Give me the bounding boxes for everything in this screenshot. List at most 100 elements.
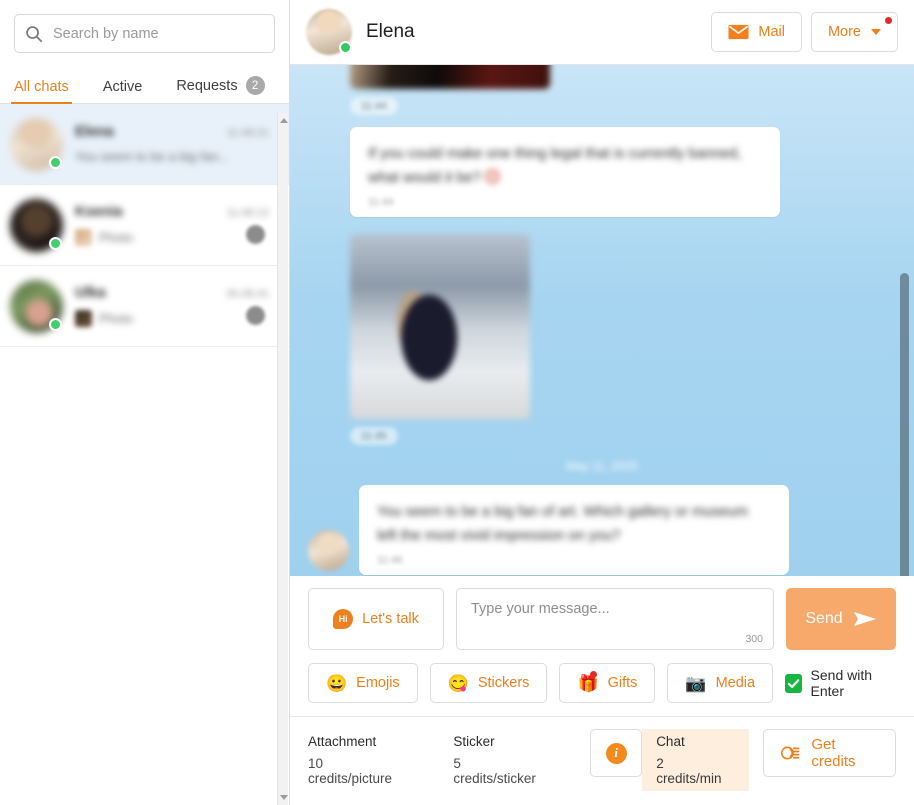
send-with-enter-label: Send with Enter [810,667,873,699]
message-timestamp: 11:44 [350,97,398,115]
more-button-label: More [827,24,861,40]
chat-item-top-row: Ksenia 11:46:12 [75,204,269,220]
chat-item-preview: Photo [99,311,133,326]
compose-area: Hi Let's talk 300 Send 😀 Emojis [290,576,914,716]
messages-area: 11:44 If you could make one thing legal … [290,65,914,576]
scroll-down-arrow-icon[interactable] [278,791,289,804]
page-title: Elena [366,21,415,42]
message-text-content: If you could make one thing legal that i… [368,146,742,186]
chat-item-bottom-row: You seem to be a big fan... [75,149,269,164]
header-avatar-wrapper[interactable] [306,9,352,55]
emoji-icon [484,169,500,184]
media-button[interactable]: 📷 Media [667,663,774,703]
lets-talk-button[interactable]: Hi Let's talk [308,588,444,650]
chat-item-content: Ksenia 11:46:12 Photo [75,204,275,246]
message-timestamp: 11:45 [350,427,398,445]
chat-list-item-ulka[interactable]: Ulka 30.08.41 Photo [0,266,289,347]
send-with-enter-toggle[interactable]: Send with Enter [785,667,896,699]
info-icon: i [605,742,627,764]
tab-requests[interactable]: Requests 2 [176,76,265,103]
chat-item-preview: Photo [99,230,133,245]
tab-all-chats-label: All chats [14,79,69,95]
chevron-down-icon [871,29,881,35]
message-text: You seem to be a big fan of art. Which g… [377,504,748,544]
chat-list-item-ksenia[interactable]: Ksenia 11:46:12 Photo [0,185,289,266]
message-timestamp: 11:46 [377,554,403,566]
send-button-label: Send [805,610,843,627]
chat-list-item-elena[interactable]: Elena 11:46:21 You seem to be a big fan.… [0,104,289,185]
avatar[interactable] [308,530,349,571]
tab-active[interactable]: Active [103,79,143,103]
attachment-cost: Attachment 10 credits/picture [308,734,405,786]
gifts-button[interactable]: 🎁 Gifts [559,663,656,703]
chat-item-top-row: Ulka 30.08.41 [75,285,269,301]
message-input[interactable] [457,589,773,649]
stickers-button[interactable]: 😋 Stickers [429,663,548,703]
notification-dot-icon [885,17,892,24]
chat-item-name: Ulka [75,285,106,301]
online-status-dot [49,317,62,331]
mail-button[interactable]: Mail [711,12,802,52]
sticker-cost-title: Sticker [453,734,495,749]
message-photo-thumbnail[interactable] [350,65,550,89]
emoji-face-icon: 😀 [326,673,348,693]
chat-item-time: 11:46:21 [226,127,269,139]
lets-talk-label: Let's talk [362,611,419,627]
online-status-dot [339,41,352,54]
send-button[interactable]: Send [786,588,896,650]
search-box[interactable] [14,14,275,53]
message-photo-1[interactable]: 11:44 [308,65,896,115]
coins-icon [781,746,800,760]
speech-bubble-icon: Hi [333,609,354,629]
chat-item-name: Elena [75,124,114,140]
chat-item-status-badge [246,225,265,244]
tab-active-label: Active [102,79,143,95]
message-bubble-text-1: If you could make one thing legal that i… [350,127,780,217]
chat-item-content: Ulka 30.08.41 Photo [75,285,275,327]
chat-item-bottom-row: Photo [75,229,269,246]
more-button[interactable]: More [810,12,898,52]
chat-item-bottom-row: Photo [75,310,269,327]
message-photo-thumbnail[interactable] [350,234,530,419]
emojis-button[interactable]: 😀 Emojis [308,663,418,703]
messages-list: 11:44 If you could make one thing legal … [290,65,914,576]
mail-button-label: Mail [758,24,785,40]
chat-item-status-badge [246,306,265,325]
search-icon [26,25,43,42]
get-credits-button[interactable]: Get credits [763,729,897,777]
tab-all-chats[interactable]: All chats [11,79,72,104]
message-photo-2[interactable]: 11:45 [308,234,896,445]
sticker-cost: Sticker 5 credits/sticker [453,734,542,786]
chat-item-top-row: Elena 11:46:21 [75,124,269,140]
message-input-wrapper[interactable]: 300 [456,588,774,650]
preview-thumbnail-icon [75,229,92,246]
message-bubble-text-2: You seem to be a big fan of art. Which g… [359,485,789,575]
info-button[interactable]: i [590,729,643,777]
chat-cost-detail: Chat 2 credits/min [642,729,750,791]
avatar-wrapper [10,279,63,333]
tab-requests-label: Requests [176,77,238,94]
get-credits-label: Get credits [811,736,856,770]
messenger-app: All chats Active Requests 2 Elena 11:4 [0,0,914,805]
chat-cost-group: i Chat 2 credits/min Get credits [590,729,897,791]
compose-primary-row: Hi Let's talk 300 Send [308,588,896,650]
scroll-up-arrow-icon[interactable] [278,114,289,127]
online-status-dot [49,155,62,169]
emojis-button-label: Emojis [356,675,400,691]
chat-sidebar: All chats Active Requests 2 Elena 11:4 [0,0,290,805]
sticker-cost-rate: 5 credits/sticker [453,756,536,786]
sticker-icon: 😋 [447,673,469,693]
character-counter: 300 [745,633,763,645]
header-actions: Mail More [711,12,898,52]
media-button-label: Media [715,675,756,691]
chat-cost-title: Chat [656,734,685,749]
stickers-button-label: Stickers [477,675,530,691]
sidebar-scrollbar[interactable] [277,113,288,805]
chat-item-preview: You seem to be a big fan... [75,149,230,164]
envelope-icon [728,24,749,40]
checkbox-checked-icon[interactable] [785,673,802,693]
chat-panel: Elena Mail More 11:44 If you could make … [290,0,914,805]
messages-scrollbar[interactable] [900,273,909,576]
search-input[interactable] [51,24,264,43]
tab-requests-badge: 2 [245,76,265,95]
